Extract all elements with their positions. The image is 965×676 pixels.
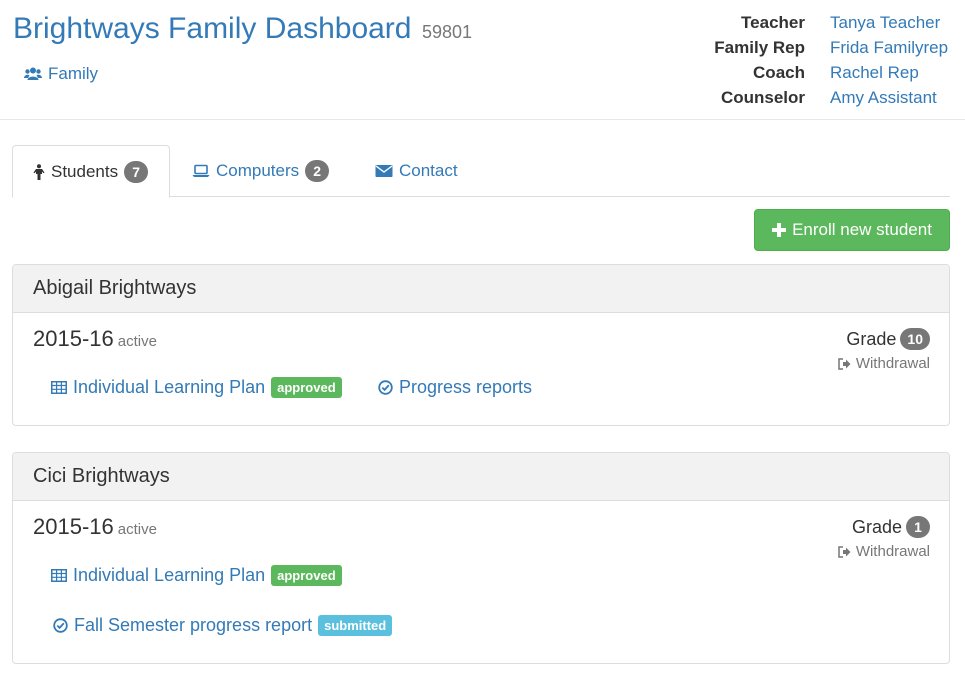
family-link[interactable]: Family <box>24 64 98 84</box>
sign-out-icon <box>838 357 851 370</box>
grade-label: Grade <box>851 516 902 537</box>
ilp-status-badge: approved <box>271 565 342 586</box>
school-year-value: 2015-16 <box>33 514 114 539</box>
ilp-label: Individual Learning Plan <box>73 565 266 585</box>
tab-contact[interactable]: Contact <box>355 145 478 197</box>
student-panel-cici: Cici Brightways 2015-16 active Grade 1 Wi… <box>12 452 950 664</box>
tab-students[interactable]: Students 7 <box>12 145 170 198</box>
tab-computers[interactable]: Computers 2 <box>172 145 349 197</box>
enrollment-status: active <box>117 521 157 538</box>
fall-semester-progress-report-link[interactable]: Fall Semester progress report submitted <box>53 615 393 636</box>
staff-list: Teacher Tanya Teacher Family Rep Frida F… <box>685 10 950 110</box>
tab-bar: Students 7 Computers 2 Contact <box>12 145 950 198</box>
grade: Grade 1 <box>852 516 930 538</box>
users-icon <box>24 67 42 80</box>
staff-row-coach: Coach Rachel Rep <box>685 60 950 85</box>
withdrawal-link[interactable]: Withdrawal <box>838 543 930 560</box>
page-title: Brightways Family Dashboard <box>13 12 412 45</box>
student-panel-abigail: Abigail Brightways 2015-16 active Grade 1… <box>12 264 950 426</box>
school-year-value: 2015-16 <box>33 326 114 351</box>
individual-learning-plan-link[interactable]: Individual Learning Plan approved <box>51 565 342 586</box>
grade-badge: 10 <box>900 328 930 350</box>
enroll-new-student-button[interactable]: Enroll new student <box>754 209 950 251</box>
student-name: Cici Brightways <box>13 453 949 501</box>
staff-role: Coach <box>753 62 805 82</box>
title-row: Brightways Family Dashboard 59801 <box>13 12 472 46</box>
page-header: Brightways Family Dashboard 59801 Family… <box>0 0 965 120</box>
enrollment-status: active <box>117 333 157 350</box>
table-icon <box>51 381 67 394</box>
staff-role: Counselor <box>720 87 805 107</box>
envelope-icon <box>375 165 393 177</box>
tab-students-label: Students <box>51 161 119 181</box>
check-circle-icon <box>53 618 68 633</box>
staff-row-family-rep: Family Rep Frida Familyrep <box>685 35 950 60</box>
sign-out-icon <box>838 545 851 558</box>
student-name: Abigail Brightways <box>13 265 949 313</box>
progress-report-label: Fall Semester progress report <box>74 615 313 635</box>
progress-reports-label: Progress reports <box>399 377 533 397</box>
school-year: 2015-16 active <box>33 326 157 352</box>
staff-name-link[interactable]: Amy Assistant <box>805 88 950 108</box>
school-year: 2015-16 active <box>33 514 157 540</box>
individual-learning-plan-link[interactable]: Individual Learning Plan approved <box>51 377 342 398</box>
table-icon <box>51 569 67 582</box>
grade-badge: 1 <box>906 516 930 538</box>
check-circle-icon <box>378 380 393 395</box>
tab-computers-label: Computers <box>216 161 300 180</box>
plus-icon <box>772 223 787 237</box>
grade: Grade 10 <box>846 328 930 350</box>
tab-students-count: 7 <box>124 160 149 183</box>
family-link-label: Family <box>48 64 99 83</box>
withdrawal-label: Withdrawal <box>855 355 930 372</box>
tab-computers-count: 2 <box>305 160 330 182</box>
tab-contact-label: Contact <box>399 161 458 180</box>
ilp-status-badge: approved <box>271 377 342 398</box>
staff-name-link[interactable]: Rachel Rep <box>805 63 950 83</box>
staff-role: Teacher <box>741 12 805 32</box>
withdrawal-link[interactable]: Withdrawal <box>838 355 930 372</box>
staff-name-link[interactable]: Tanya Teacher <box>805 13 950 33</box>
laptop-icon <box>192 164 210 177</box>
staff-row-counselor: Counselor Amy Assistant <box>685 85 950 110</box>
progress-report-status-badge: submitted <box>318 615 393 636</box>
grade-label: Grade <box>846 328 897 349</box>
staff-name-link[interactable]: Frida Familyrep <box>805 38 950 58</box>
family-id: 59801 <box>421 22 472 42</box>
enroll-button-label: Enroll new student <box>792 220 932 239</box>
staff-row-teacher: Teacher Tanya Teacher <box>685 10 950 35</box>
withdrawal-label: Withdrawal <box>855 543 930 560</box>
progress-reports-link[interactable]: Progress reports <box>378 377 532 398</box>
student-icon <box>33 163 45 180</box>
staff-role: Family Rep <box>714 37 805 57</box>
ilp-label: Individual Learning Plan <box>73 377 266 397</box>
